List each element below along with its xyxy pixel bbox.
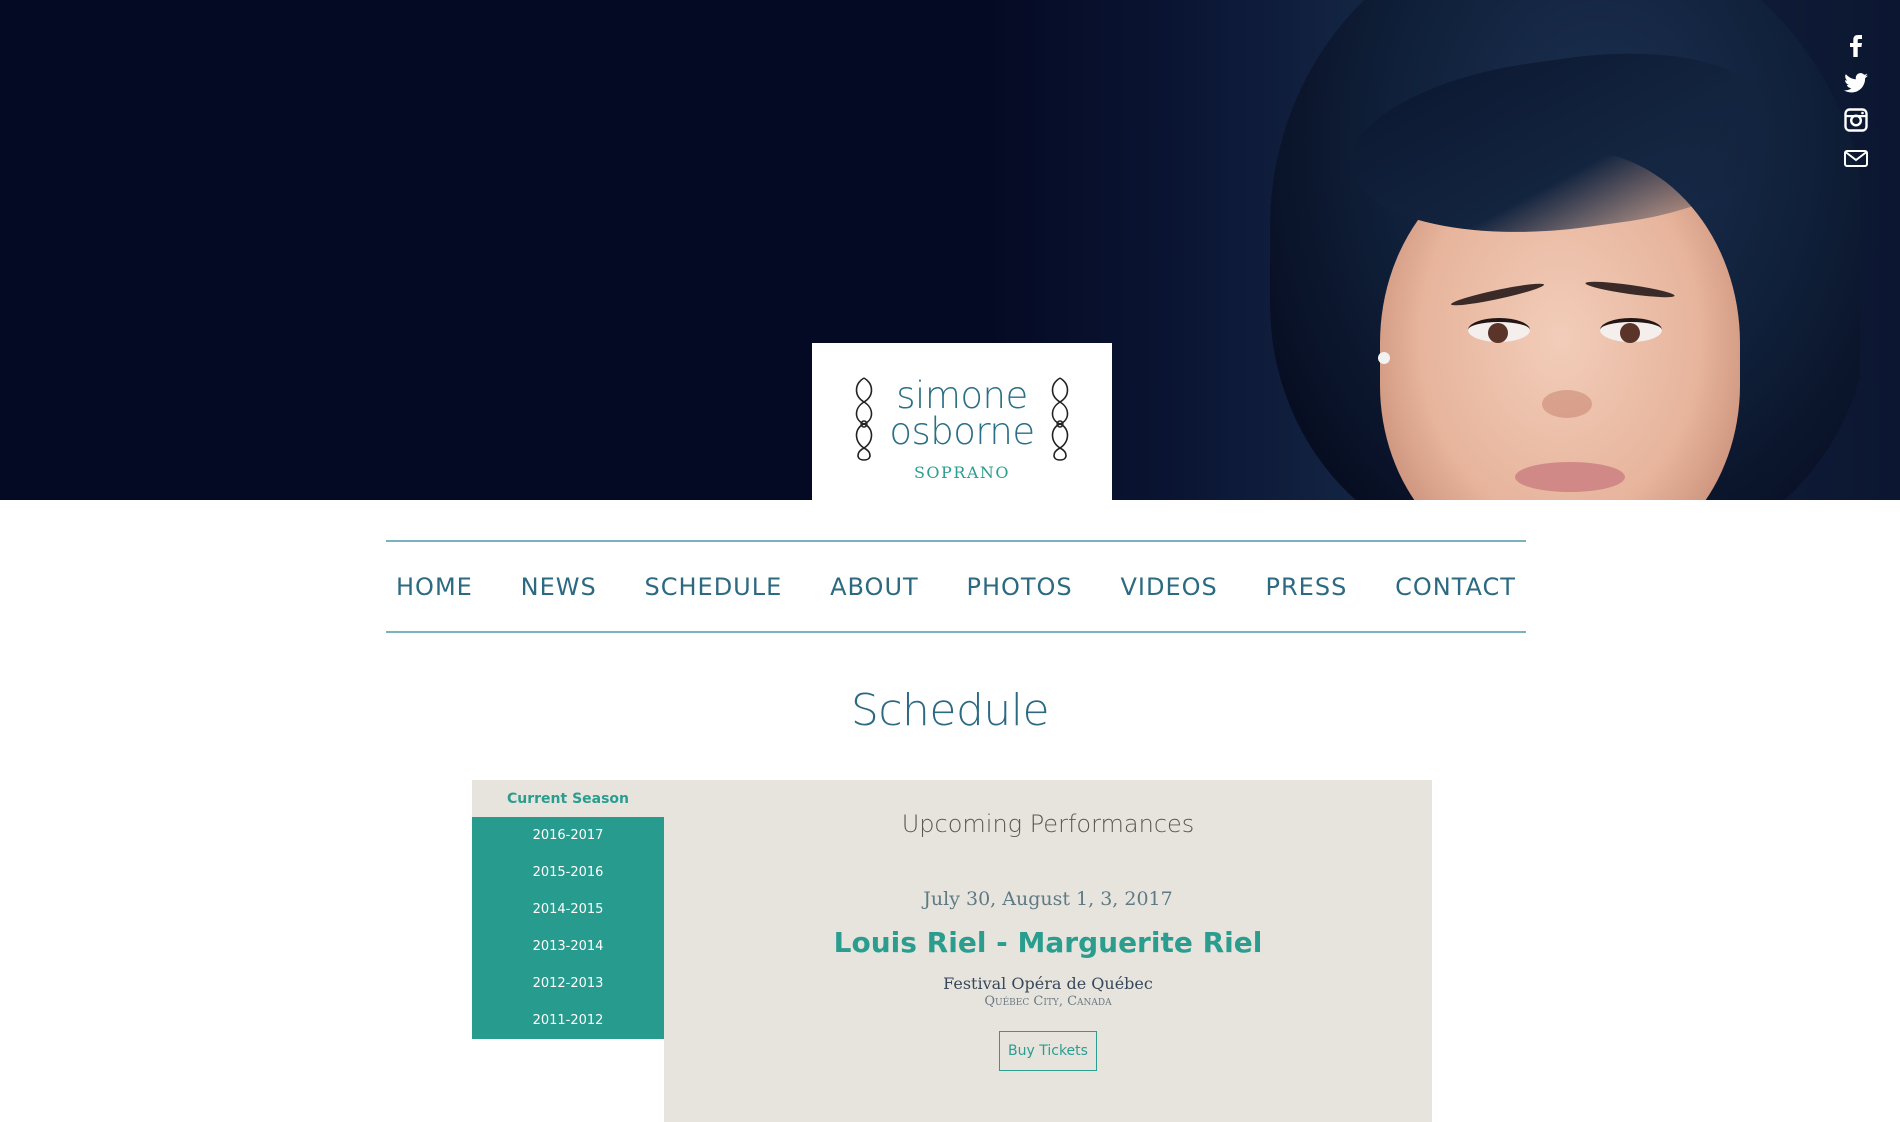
nav-schedule[interactable]: SCHEDULE [645, 573, 783, 601]
season-tab-2014-2015[interactable]: 2014-2015 [472, 891, 664, 928]
page-title: Schedule [850, 685, 1050, 736]
flourish-left-icon [855, 377, 873, 461]
schedule-panel: Current Season 2016-2017 2015-2016 2014-… [472, 780, 1432, 1122]
hero-banner: simone osborne SOPRANO [0, 0, 1900, 500]
site-logo[interactable]: simone osborne SOPRANO [812, 343, 1112, 500]
season-tab-current[interactable]: Current Season [472, 780, 664, 817]
season-tab-2016-2017[interactable]: 2016-2017 [472, 817, 664, 854]
twitter-icon[interactable] [1842, 68, 1870, 96]
logo-name: simone osborne [889, 374, 1035, 453]
nav-contact[interactable]: CONTACT [1395, 573, 1516, 601]
performance-date: July 30, August 1, 3, 2017 [923, 888, 1173, 910]
season-list: 2016-2017 2015-2016 2014-2015 2013-2014 … [472, 817, 664, 1039]
social-links [1842, 30, 1870, 172]
performance-city: Québec City, Canada [984, 994, 1112, 1009]
nav-about[interactable]: ABOUT [830, 573, 919, 601]
season-tab-2011-2012[interactable]: 2011-2012 [472, 1002, 664, 1039]
email-icon[interactable] [1842, 144, 1870, 172]
nav-press[interactable]: PRESS [1266, 573, 1348, 601]
nav-photos[interactable]: PHOTOS [966, 573, 1072, 601]
facebook-icon[interactable] [1842, 30, 1870, 58]
upcoming-heading: Upcoming Performances [901, 810, 1195, 838]
performance-title[interactable]: Louis Riel - Marguerite Riel [664, 926, 1432, 959]
season-tab-2012-2013[interactable]: 2012-2013 [472, 965, 664, 1002]
season-tab-2013-2014[interactable]: 2013-2014 [472, 928, 664, 965]
performance-venue: Festival Opéra de Québec [943, 974, 1153, 993]
buy-tickets-button[interactable]: Buy Tickets [999, 1031, 1097, 1071]
season-tab-2015-2016[interactable]: 2015-2016 [472, 854, 664, 891]
main-nav: HOME NEWS SCHEDULE ABOUT PHOTOS VIDEOS P… [386, 540, 1526, 633]
nav-news[interactable]: NEWS [521, 573, 597, 601]
flourish-right-icon [1051, 377, 1069, 461]
nav-home[interactable]: HOME [396, 573, 473, 601]
instagram-icon[interactable] [1842, 106, 1870, 134]
portrait-photo [1230, 0, 1860, 500]
logo-subtitle: SOPRANO [913, 463, 1011, 482]
nav-videos[interactable]: VIDEOS [1120, 573, 1217, 601]
